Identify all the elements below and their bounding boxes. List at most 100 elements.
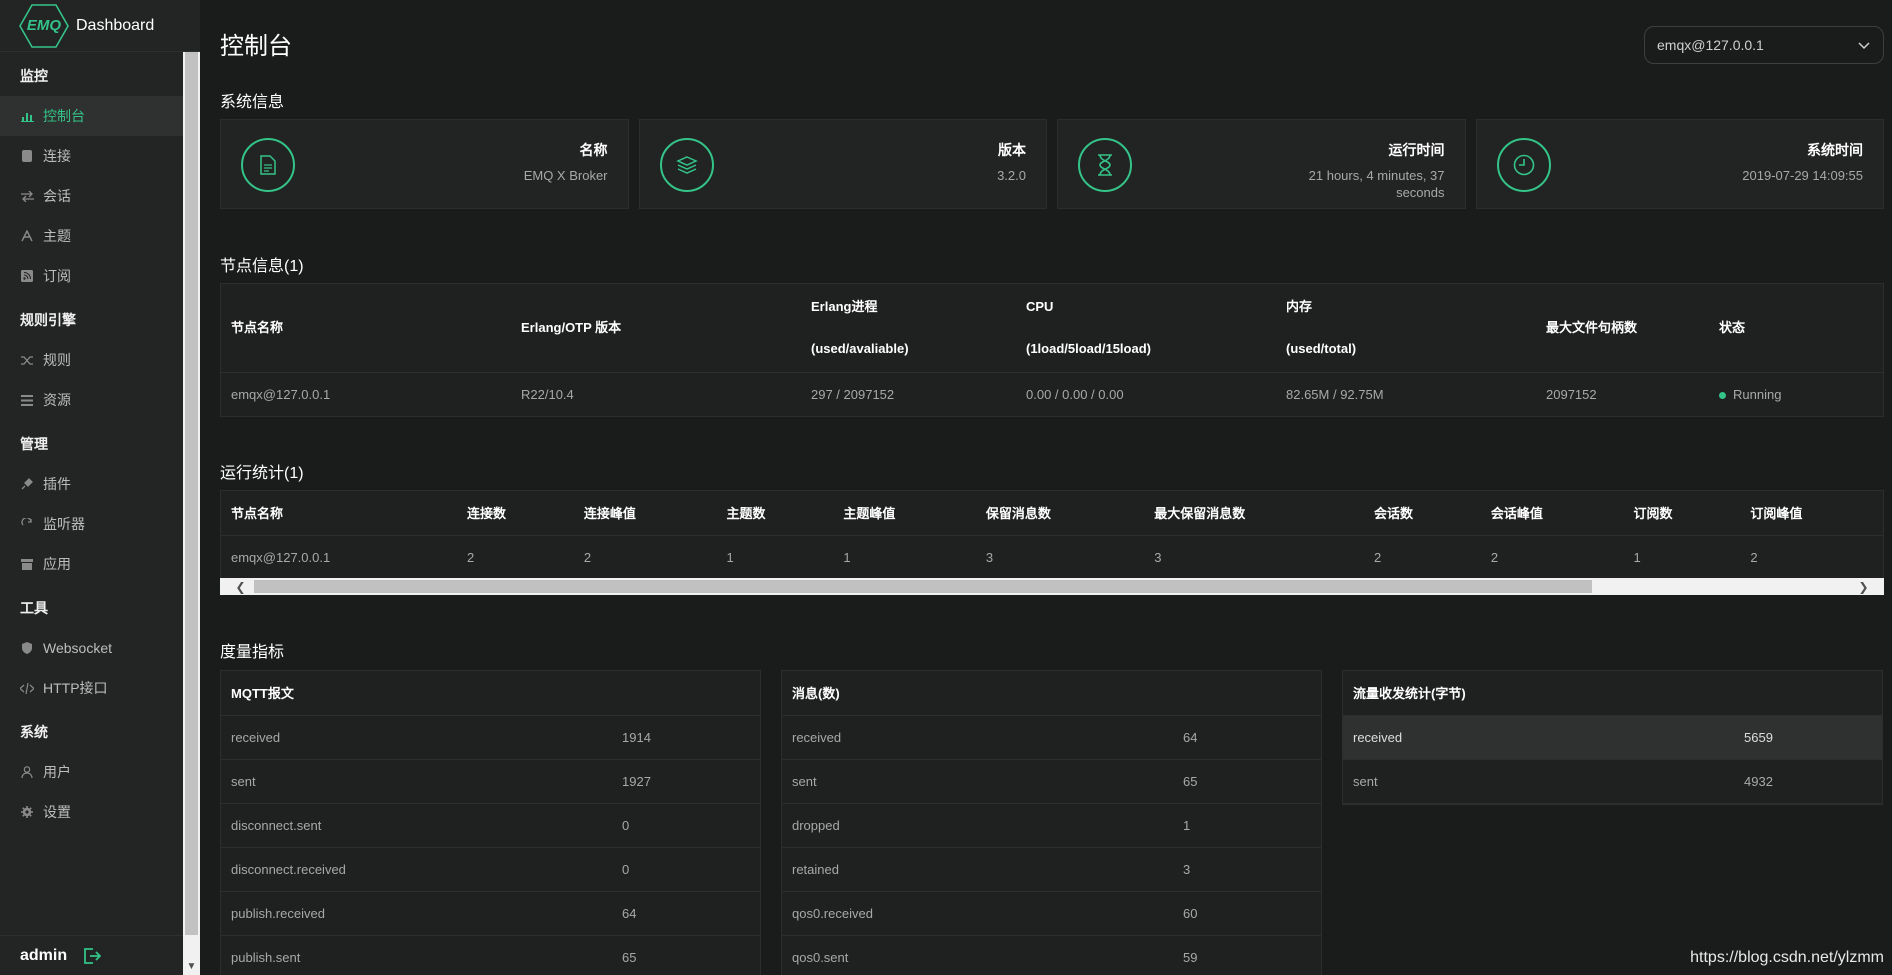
table-row: retained 3: [782, 847, 1321, 892]
table-header-row: 节点名称 连接数 连接峰值 主题数 主题峰值 保留消息数 最大保留消息数 会话数…: [221, 491, 1883, 536]
document-icon: [241, 138, 295, 192]
sidebar-item-settings[interactable]: 设置: [0, 792, 183, 832]
main-content: 控制台 emqx@127.0.0.1 系统信息 名称 EMQ X Broker …: [220, 0, 1884, 975]
column-header: Erlang进程 (used/avaliable): [801, 284, 1016, 373]
info-card-uptime: 运行时间 21 hours, 4 minutes, 37 seconds: [1057, 119, 1466, 209]
table-cell: 2: [1490, 549, 1499, 565]
otp-version-cell: R22/10.4: [521, 386, 574, 402]
group-title-rule-engine: 规则引擎: [20, 312, 76, 328]
table-cell: 1: [726, 549, 734, 565]
sidebar-item-applications[interactable]: 应用: [0, 544, 183, 584]
column-header: CPU (1load/5load/15load): [1016, 284, 1276, 373]
scroll-down-arrow-icon[interactable]: ▼: [183, 958, 200, 975]
table-row: publish.sent 65: [221, 935, 760, 975]
sidebar-scrollbar[interactable]: ▼: [183, 52, 200, 975]
metric-value: 65: [612, 935, 760, 975]
node-select[interactable]: emqx@127.0.0.1: [1644, 26, 1884, 64]
table-cell: 2: [583, 549, 592, 565]
metric-value: 1914: [612, 715, 760, 760]
scroll-left-arrow-icon[interactable]: ❮: [232, 578, 249, 595]
metrics-tables: MQTT报文 received 1914 sent 1927 disconnect.…: [220, 670, 1884, 975]
table-cell: 2: [467, 549, 475, 565]
brand[interactable]: EMQ Dashboard: [0, 0, 200, 52]
stats-scrollbar-thumb[interactable]: [254, 580, 1592, 593]
sidebar-item-subscriptions[interactable]: 订阅: [0, 256, 183, 296]
metrics-title: 度量指标: [220, 644, 285, 661]
group-title-tools: 工具: [20, 600, 48, 616]
stats-title: 运行统计(1): [220, 465, 304, 482]
sidebar-item-label: 插件: [43, 476, 71, 492]
table-header-row: 流量收发统计(字节): [1343, 671, 1882, 716]
shuffle-icon: [20, 353, 34, 367]
group-title-monitor: 监控: [20, 68, 48, 84]
swap-icon: [20, 189, 34, 203]
sidebar-item-users[interactable]: 用户: [0, 752, 183, 792]
sidebar-item-label: 连接: [43, 148, 71, 164]
metric-key: received: [1343, 715, 1734, 760]
sidebar-scrollbar-thumb[interactable]: [185, 52, 198, 935]
stats-horizontal-scrollbar[interactable]: ❮ ❯: [220, 578, 1884, 595]
box-icon: [20, 557, 34, 571]
table-header-row: 消息(数): [782, 671, 1321, 716]
sidebar-item-listeners[interactable]: 监听器: [0, 504, 183, 544]
sidebar-item-dashboard[interactable]: 控制台: [0, 96, 183, 136]
info-card-value: 3.2.0: [997, 168, 1026, 183]
column-header: MQTT报文: [221, 671, 760, 716]
clock-icon: [1496, 138, 1551, 192]
system-info-title: 系统信息: [220, 94, 285, 111]
table-row: disconnect.received 0: [221, 847, 760, 892]
info-card-version: 版本 3.2.0: [638, 119, 1047, 209]
scroll-right-arrow-icon[interactable]: ❯: [1855, 578, 1872, 595]
table-cell: 3: [985, 549, 994, 565]
rss-icon: [20, 269, 34, 283]
metric-value: 5659: [1734, 715, 1882, 760]
column-header: 内存 (used/total): [1276, 284, 1536, 373]
metric-key: qos0.sent: [782, 935, 1173, 975]
sidebar-item-connections[interactable]: 连接: [0, 136, 183, 176]
emq-logo-icon: EMQ: [18, 3, 70, 49]
erlang-process-cell: 297 / 2097152: [811, 386, 895, 402]
table-row: sent 4932: [1343, 759, 1882, 804]
sidebar-item-rules[interactable]: 规则: [0, 340, 183, 380]
column-header: 最大保留消息数: [1144, 491, 1365, 536]
column-header: 节点名称: [221, 284, 511, 373]
refresh-icon: [20, 517, 34, 531]
sidebar-item-plugins[interactable]: 插件: [0, 464, 183, 504]
table-row: received 5659: [1343, 715, 1882, 760]
sidebar-item-label: 用户: [43, 764, 71, 780]
metric-key: publish.received: [221, 891, 612, 936]
table-cell: 2: [1374, 549, 1382, 565]
sidebar-menu: 监控 控制台 连接 会话 主题 订阅 规则引擎 规则 资源 管理 插件 监听器 …: [0, 52, 183, 935]
info-card-label: 名称: [579, 142, 608, 158]
table-header-row: MQTT报文: [221, 671, 760, 716]
gear-icon: [20, 805, 34, 819]
hourglass-icon: [1078, 138, 1132, 192]
sidebar-item-http-api[interactable]: HTTP接口: [0, 668, 183, 708]
metric-key: sent: [782, 759, 1173, 804]
metric-value: 0: [612, 847, 760, 892]
sidebar-item-label: 主题: [43, 228, 71, 244]
sidebar-item-label: 订阅: [43, 268, 71, 284]
metric-table-mqtt-packets: MQTT报文 received 1914 sent 1927 disconnect.…: [220, 670, 761, 975]
column-header: 会话数: [1364, 491, 1481, 536]
metric-value: 59: [1173, 935, 1321, 975]
table-row: qos0.sent 59: [782, 935, 1321, 975]
sidebar-item-topics[interactable]: 主题: [0, 216, 183, 256]
column-header: 节点名称: [221, 491, 458, 536]
user-icon: [20, 765, 34, 779]
metric-value: 3: [1173, 847, 1321, 892]
table-cell: emqx@127.0.0.1: [231, 549, 331, 565]
page-title: 控制台: [220, 33, 292, 60]
logout-icon[interactable]: [83, 947, 102, 965]
chevron-down-icon: [1857, 38, 1871, 52]
sidebar-item-label: 资源: [43, 392, 71, 408]
metric-key: disconnect.sent: [221, 803, 612, 848]
cpu-cell: 0.00 / 0.00 / 0.00: [1026, 386, 1124, 402]
sidebar-item-label: 控制台: [43, 108, 85, 124]
list-icon: [20, 393, 34, 407]
sidebar-item-websocket[interactable]: Websocket: [0, 628, 183, 668]
bar-chart-icon: [20, 109, 34, 123]
column-header: 连接数: [457, 491, 574, 536]
sidebar-item-sessions[interactable]: 会话: [0, 176, 183, 216]
sidebar-item-resources[interactable]: 资源: [0, 380, 183, 420]
